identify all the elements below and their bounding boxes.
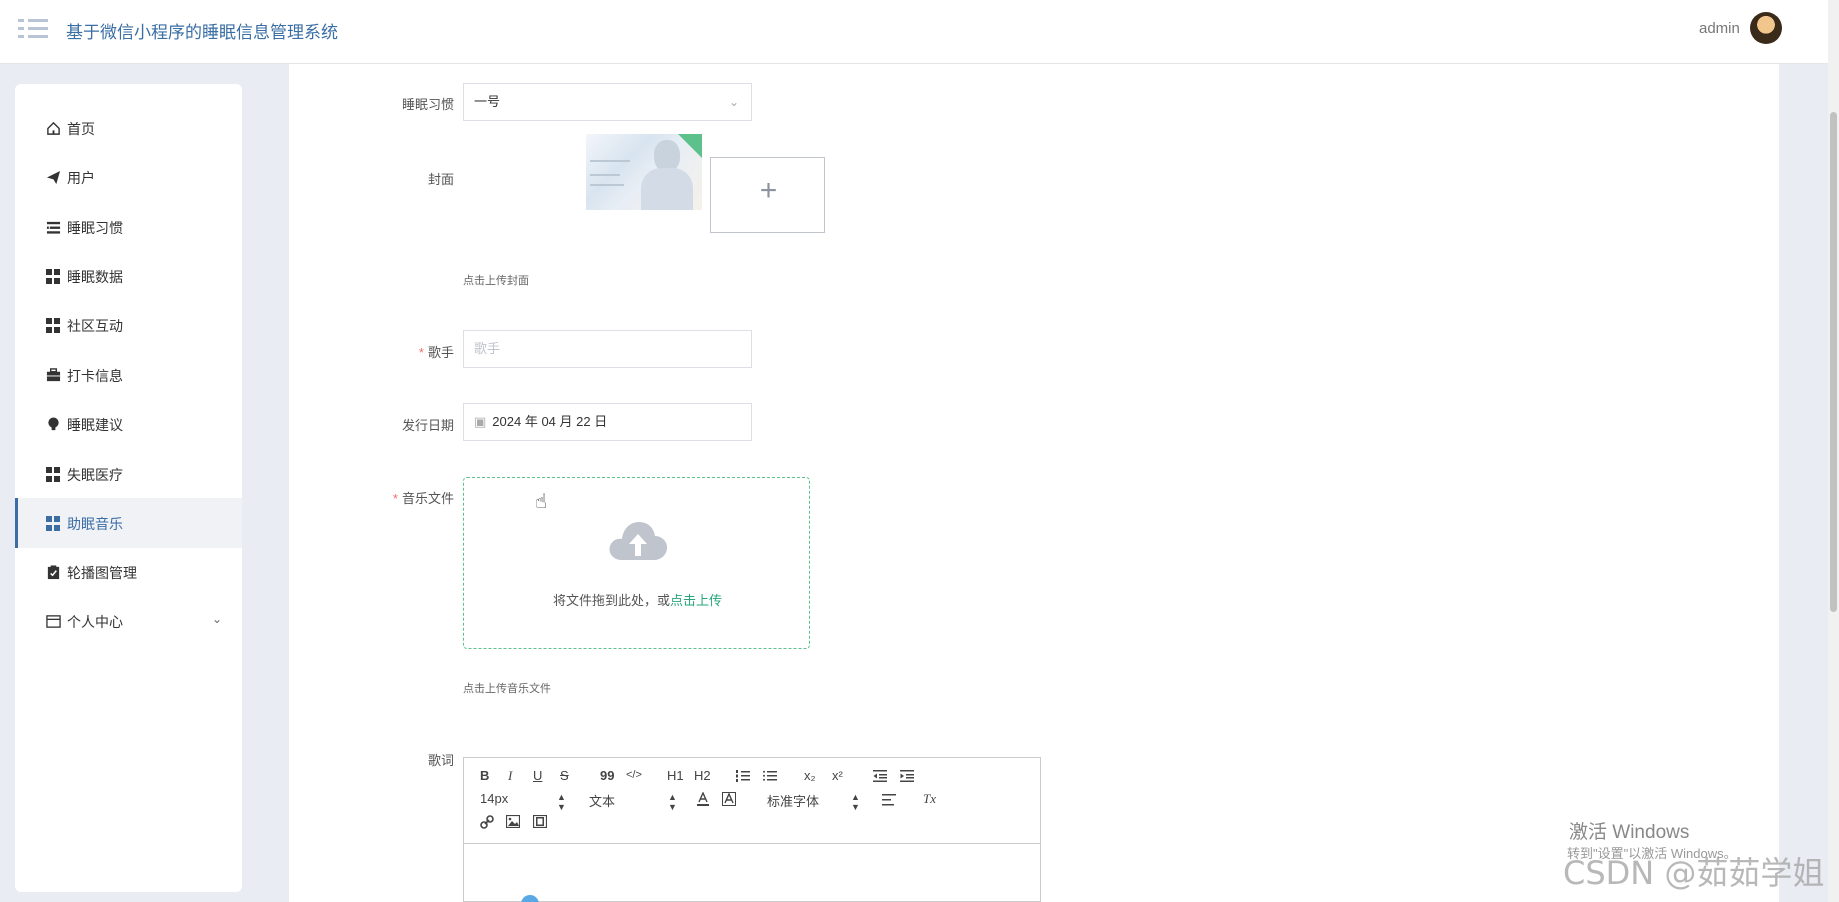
user-name[interactable]: admin <box>1699 20 1740 37</box>
sidebar-item-sleep-data[interactable]: 睡眠数据 <box>15 251 242 301</box>
grid-icon <box>46 318 61 333</box>
release-date-value: 2024 年 04 月 22 日 <box>492 414 608 429</box>
upload-cloud-icon <box>609 522 668 560</box>
sidebar: 首页 用户 睡眠习惯 睡眠数据 社区互动 打卡信息 睡眠建议 失眠医疗 助眠音乐… <box>15 84 242 892</box>
sidebar-item-label: 个人中心 <box>67 614 123 630</box>
updown-icon: ▲ ▼ <box>851 792 860 812</box>
sidebar-item-sleep-habits[interactable]: 睡眠习惯 <box>15 202 242 252</box>
sidebar-item-label: 助眠音乐 <box>67 516 123 532</box>
habit-select-value: 一号 <box>474 94 501 109</box>
sidebar-item-label: 用户 <box>67 170 95 186</box>
home-icon <box>47 121 60 135</box>
font-color-icon[interactable] <box>696 792 710 806</box>
click-upload-link[interactable]: 点击上传 <box>670 593 722 608</box>
italic-button[interactable]: I <box>508 768 512 784</box>
sidebar-item-sleep-music[interactable]: 助眠音乐 <box>15 498 242 548</box>
music-dropzone[interactable]: 将文件拖到此处，或点击上传 <box>463 477 810 649</box>
superscript-button[interactable]: x² <box>832 768 843 783</box>
sidebar-item-carousel[interactable]: 轮播图管理 <box>15 547 242 597</box>
hand-cursor-icon: ☝ <box>535 491 548 513</box>
align-icon[interactable] <box>882 794 896 806</box>
sidebar-item-checkin[interactable]: 打卡信息 <box>15 350 242 400</box>
sidebar-item-label: 睡眠建议 <box>67 417 123 433</box>
sidebar-item-label: 首页 <box>67 121 95 137</box>
date-label: 发行日期 <box>401 418 454 433</box>
sidebar-item-label: 打卡信息 <box>67 368 123 384</box>
sidebar-item-label: 睡眠习惯 <box>67 220 123 236</box>
sidebar-item-label: 睡眠数据 <box>67 269 123 285</box>
top-header: 基于微信小程序的睡眠信息管理系统 admin <box>0 0 1839 64</box>
chevron-down-icon: ⌄ <box>728 95 739 109</box>
music-tip: 点击上传音乐文件 <box>463 683 551 695</box>
bulb-icon <box>48 417 59 431</box>
menu-toggle-icon[interactable] <box>18 17 48 41</box>
briefcase-icon <box>46 368 61 382</box>
updown-icon: ▲ ▼ <box>668 792 677 812</box>
sidebar-item-insomnia[interactable]: 失眠医疗 <box>15 449 242 499</box>
habit-select[interactable]: 一号 ⌄ <box>463 83 752 121</box>
sidebar-item-profile[interactable]: 个人中心 ⌄ <box>15 596 242 646</box>
clear-format-button[interactable]: Tx <box>923 791 936 807</box>
link-icon[interactable] <box>480 815 494 829</box>
plus-icon: + <box>759 174 778 207</box>
csdn-watermark: CSDN @茹茹学姐 <box>1563 854 1825 892</box>
text-type-picker[interactable]: 文本 ▲ ▼ <box>589 791 677 812</box>
scrollbar-thumb[interactable] <box>1830 112 1837 612</box>
release-date-picker[interactable]: ▣ 2024 年 04 月 22 日 <box>463 403 752 441</box>
chevron-down-icon: ⌄ <box>212 612 223 626</box>
app-title: 基于微信小程序的睡眠信息管理系统 <box>66 23 338 42</box>
windows-activation-title: 激活 Windows <box>1569 822 1690 843</box>
cover-label: 封面 <box>427 172 454 187</box>
lyrics-editor: B I U S 99 </> H1 H2 x₂ x² 14px ▲ ▼ 文本 ▲ ▼… <box>463 757 1041 902</box>
quote-button[interactable]: 99 <box>600 768 614 783</box>
clipboard-check-icon <box>47 565 60 580</box>
sidebar-item-label: 社区互动 <box>67 318 123 334</box>
grid-icon <box>46 269 61 284</box>
code-button[interactable]: </> <box>626 769 642 781</box>
cover-tip: 点击上传封面 <box>463 275 529 287</box>
image-icon[interactable] <box>506 815 520 828</box>
outdent-icon[interactable] <box>873 770 887 782</box>
subscript-button[interactable]: x₂ <box>804 768 816 783</box>
sidebar-item-label: 轮播图管理 <box>67 565 137 581</box>
strike-button[interactable]: S <box>560 768 569 783</box>
dropzone-text: 将文件拖到此处，或点击上传 <box>552 593 723 608</box>
video-icon[interactable] <box>533 815 547 828</box>
lyrics-label: 歌词 <box>427 753 454 768</box>
font-family-picker[interactable]: 标准字体 ▲ ▼ <box>767 791 860 812</box>
sidebar-item-label: 失眠医疗 <box>67 467 123 483</box>
card-icon <box>46 615 61 628</box>
singer-label: * 歌手 <box>418 345 454 360</box>
editor-toolbar: B I U S 99 </> H1 H2 x₂ x² 14px ▲ ▼ 文本 ▲ ▼… <box>464 758 1040 844</box>
paper-plane-icon <box>46 170 61 185</box>
calendar-icon: ▣ <box>474 414 487 429</box>
sidebar-item-community[interactable]: 社区互动 <box>15 300 242 350</box>
updown-icon: ▲ ▼ <box>557 792 566 812</box>
grid-icon <box>46 516 61 531</box>
sidebar-item-users[interactable]: 用户 <box>15 152 242 202</box>
bullet-list-icon[interactable] <box>763 770 777 782</box>
sidebar-item-home[interactable]: 首页 <box>15 103 242 153</box>
grid-icon <box>46 467 61 482</box>
singer-input[interactable]: 歌手 <box>463 330 752 368</box>
cover-image[interactable] <box>586 134 702 210</box>
sidebar-item-sleep-advice[interactable]: 睡眠建议 <box>15 399 242 449</box>
indent-icon[interactable] <box>900 770 914 782</box>
h1-button[interactable]: H1 <box>667 768 684 783</box>
habit-label: 睡眠习惯 <box>401 97 454 112</box>
h2-button[interactable]: H2 <box>694 768 711 783</box>
music-label: * 音乐文件 <box>392 491 454 506</box>
cover-upload-button[interactable]: + <box>710 157 825 233</box>
underline-button[interactable]: U <box>533 768 542 783</box>
avatar[interactable] <box>1750 12 1782 44</box>
font-size-picker[interactable]: 14px ▲ ▼ <box>480 791 566 812</box>
bold-button[interactable]: B <box>480 768 489 783</box>
ordered-list-icon[interactable] <box>736 770 750 782</box>
list-icon <box>46 221 61 234</box>
background-color-icon[interactable] <box>722 792 736 806</box>
